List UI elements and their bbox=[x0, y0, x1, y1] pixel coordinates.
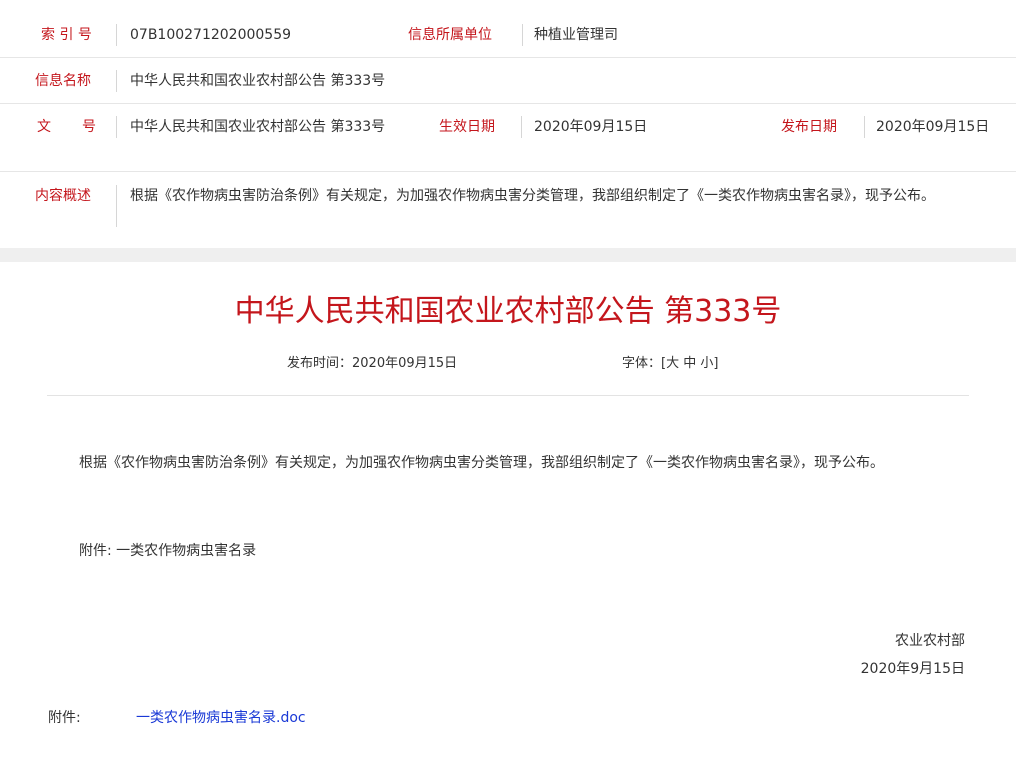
signature-date: 2020年9月15日 bbox=[860, 661, 965, 677]
divider bbox=[116, 185, 117, 227]
font-small-button[interactable]: 小 bbox=[700, 356, 713, 371]
font-size-selector: 字体：[大 中 小] bbox=[622, 352, 719, 371]
info-unit-label: 信息所属单位 bbox=[408, 27, 492, 43]
publish-time-label: 发布时间： bbox=[287, 356, 353, 371]
body-attachment-line: 附件: 一类农作物病虫害名录 bbox=[79, 543, 257, 559]
info-name-label: 信息名称 bbox=[35, 73, 91, 89]
meta-row-docno: 文 号 中华人民共和国农业农村部公告 第333号 生效日期 2020年09月15… bbox=[0, 104, 1016, 172]
publish-time: 发布时间：2020年09月15日 bbox=[287, 352, 457, 371]
effective-date-label: 生效日期 bbox=[439, 119, 495, 135]
info-unit-value: 种植业管理司 bbox=[534, 27, 618, 43]
bracket-close: ] bbox=[713, 356, 719, 371]
divider bbox=[521, 116, 522, 138]
font-medium-button[interactable]: 中 bbox=[683, 356, 696, 371]
summary-label: 内容概述 bbox=[35, 188, 91, 204]
title-divider bbox=[47, 395, 969, 396]
attachment-link[interactable]: 一类农作物病虫害名录.doc bbox=[136, 708, 306, 728]
info-metadata-panel: 索 引 号 07B100271202000559 信息所属单位 种植业管理司 信… bbox=[0, 0, 1016, 248]
publish-date-label: 发布日期 bbox=[781, 119, 837, 135]
publish-date-value: 2020年09月15日 bbox=[876, 119, 990, 135]
info-name-value: 中华人民共和国农业农村部公告 第333号 bbox=[130, 73, 386, 89]
meta-row-index: 索 引 号 07B100271202000559 信息所属单位 种植业管理司 bbox=[0, 0, 1016, 58]
doc-number-value: 中华人民共和国农业农村部公告 第333号 bbox=[130, 119, 386, 135]
doc-number-label-part2: 号 bbox=[82, 119, 96, 135]
divider bbox=[116, 24, 117, 46]
meta-row-name: 信息名称 中华人民共和国农业农村部公告 第333号 bbox=[0, 58, 1016, 104]
article-title: 中华人民共和国农业农村部公告 第333号 bbox=[234, 294, 782, 329]
font-large-button[interactable]: 大 bbox=[666, 356, 679, 371]
body-paragraph: 根据《农作物病虫害防治条例》有关规定，为加强农作物病虫害分类管理，我部组织制定了… bbox=[79, 455, 884, 471]
divider bbox=[116, 116, 117, 138]
index-number-value: 07B100271202000559 bbox=[130, 27, 292, 43]
font-size-label: 字体： bbox=[622, 356, 662, 371]
index-number-label: 索 引 号 bbox=[41, 27, 92, 43]
article-panel: 中华人民共和国农业农村部公告 第333号 发布时间：2020年09月15日 字体… bbox=[0, 262, 1016, 776]
publish-time-value: 2020年09月15日 bbox=[352, 356, 458, 371]
doc-number-label-part1: 文 bbox=[37, 119, 51, 135]
summary-value: 根据《农作物病虫害防治条例》有关规定，为加强农作物病虫害分类管理，我部组织制定了… bbox=[130, 188, 935, 204]
signature-org: 农业农村部 bbox=[895, 633, 965, 649]
attachment-label: 附件: bbox=[48, 710, 81, 726]
divider bbox=[116, 70, 117, 92]
divider bbox=[522, 24, 523, 46]
effective-date-value: 2020年09月15日 bbox=[534, 119, 648, 135]
divider bbox=[864, 116, 865, 138]
meta-row-summary: 内容概述 根据《农作物病虫害防治条例》有关规定，为加强农作物病虫害分类管理，我部… bbox=[0, 172, 1016, 248]
